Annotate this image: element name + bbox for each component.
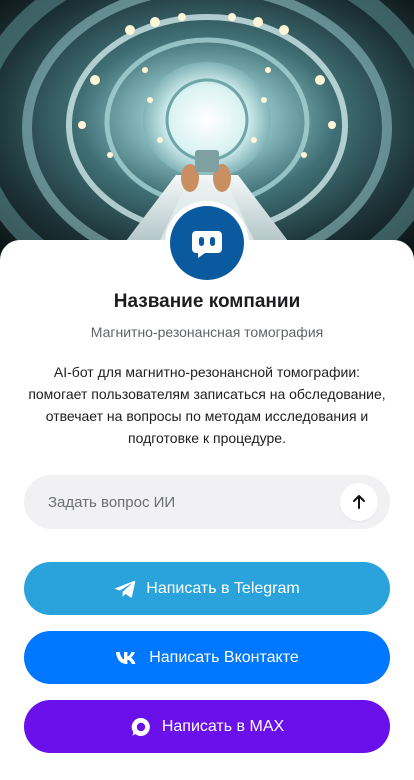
vk-button-label: Написать Вконтакте [149,648,299,666]
ask-ai-field [24,475,390,529]
company-name: Название компании [113,291,301,312]
chat-bot-icon [192,231,222,258]
company-description: AI-бот для магнитно-резонансной томограф… [28,364,386,446]
company-avatar [165,201,249,285]
vk-button[interactable]: Написать Вконтакте [24,631,390,684]
telegram-button[interactable]: Написать в Telegram [24,562,390,615]
send-button[interactable] [340,483,378,521]
telegram-button-label: Написать в Telegram [146,579,300,597]
avatar-circle [170,206,244,280]
telegram-icon [114,579,136,599]
max-button[interactable]: Написать в MAX [24,700,390,753]
vk-icon [115,651,139,665]
max-button-label: Написать в MAX [161,717,285,735]
company-category: Магнитно-резонансная томография [90,324,324,340]
ask-ai-input[interactable] [48,475,338,529]
arrow-up-icon [353,495,365,509]
max-icon [130,716,152,738]
